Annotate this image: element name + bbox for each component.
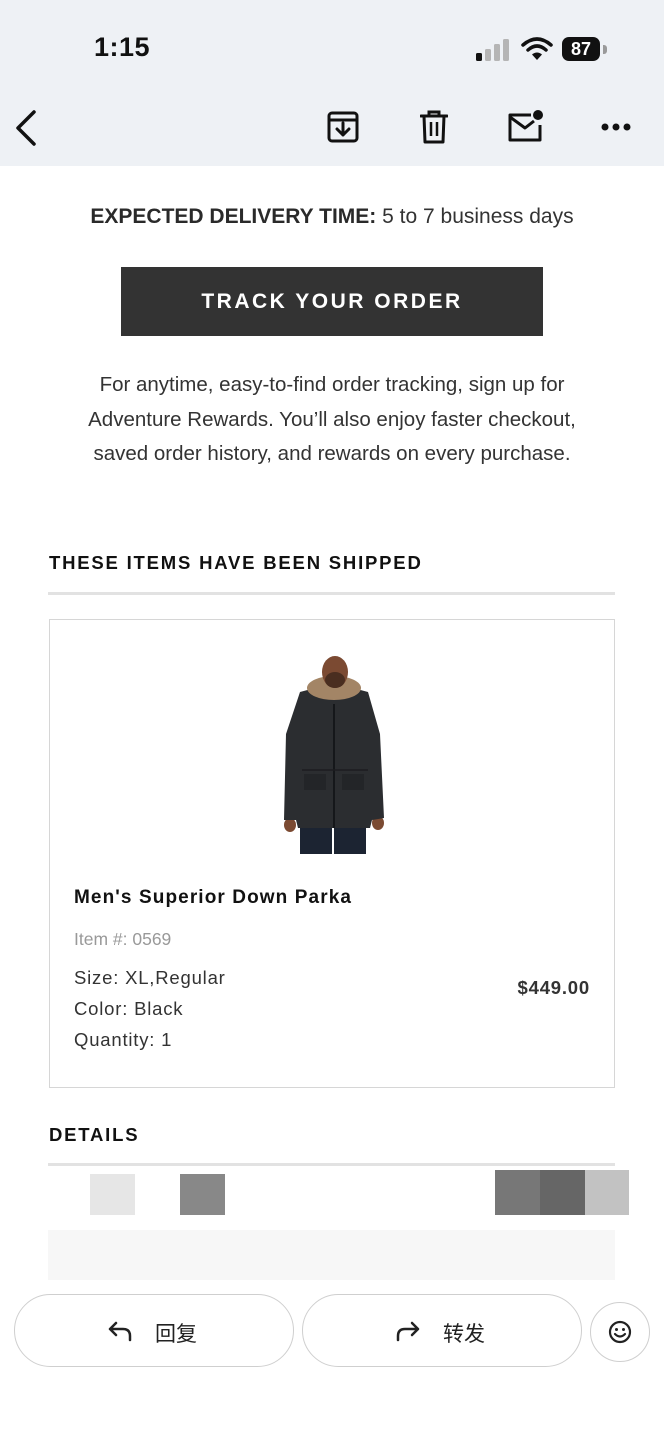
forward-button[interactable]: 转发 [302,1294,582,1367]
track-order-button[interactable]: TRACK YOUR ORDER [121,267,543,336]
reply-icon [108,1321,132,1342]
promo-line: saved order history, and rewards on ever… [93,442,571,465]
obscured-content [180,1174,225,1215]
obscured-content [585,1170,629,1215]
mark-unread-icon[interactable] [507,108,545,142]
top-bar: 1:15 87 [0,0,664,166]
battery-cap [603,45,607,54]
section-divider [48,592,615,595]
more-icon[interactable] [601,123,631,131]
details-section-title: DETAILS [49,1124,140,1145]
item-quantity: Quantity: 1 [74,1029,173,1050]
rewards-promo: For anytime, easy-to-find order tracking… [40,368,624,472]
obscured-content [540,1170,585,1215]
obscured-content [48,1230,615,1280]
item-size: Size: XL,Regular [74,967,226,988]
item-number: Item #: 0569 [74,929,172,949]
item-price: $449.00 [517,977,590,998]
product-image[interactable] [280,652,388,856]
trash-icon[interactable] [420,110,448,144]
obscured-content [495,1170,540,1215]
delivery-label: EXPECTED DELIVERY TIME: [90,205,377,228]
reply-label: 回复 [155,1323,197,1346]
obscured-content [90,1174,135,1215]
cellular-signal-icon [476,39,509,61]
battery-indicator: 87 [562,37,600,61]
shipped-section-title: THESE ITEMS HAVE BEEN SHIPPED [49,552,423,573]
shipped-item-card: Men's Superior Down Parka Item #: 0569 S… [49,619,615,1088]
section-divider [48,1163,615,1166]
forward-label: 转发 [443,1323,485,1346]
status-time: 1:15 [94,32,151,62]
back-icon[interactable] [14,110,38,146]
promo-line: For anytime, easy-to-find order tracking… [99,373,565,396]
product-name[interactable]: Men's Superior Down Parka [74,887,352,909]
reply-button[interactable]: 回复 [14,1294,294,1367]
item-color: Color: Black [74,998,184,1019]
promo-line: Adventure Rewards. You’ll also enjoy fas… [88,407,576,431]
forward-icon [396,1321,420,1342]
wifi-icon [521,37,553,60]
emoji-reaction-button[interactable] [590,1302,650,1362]
smiley-icon [608,1320,632,1344]
archive-icon[interactable] [327,111,359,143]
delivery-value: 5 to 7 business days [382,205,574,228]
expected-delivery: EXPECTED DELIVERY TIME: 5 to 7 business … [0,205,664,229]
